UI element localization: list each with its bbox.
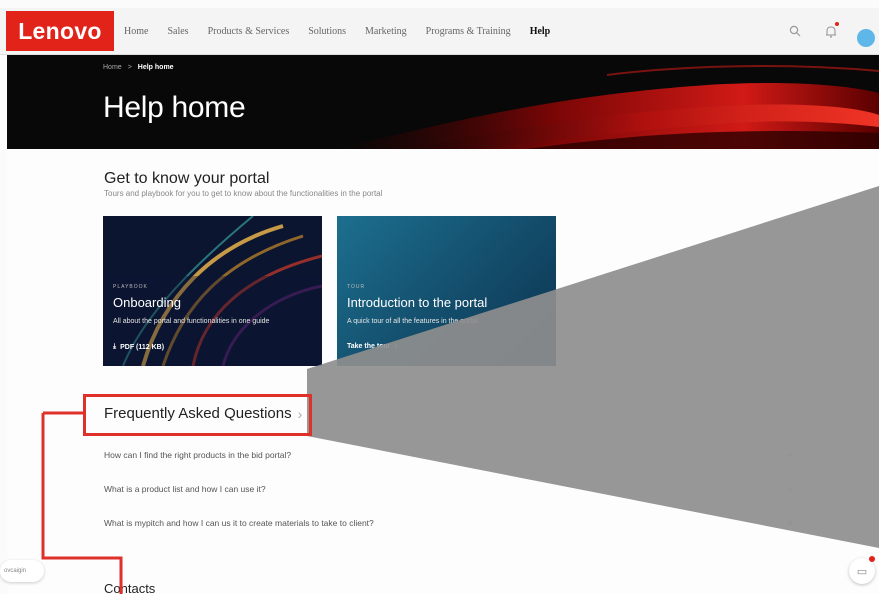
download-icon: ⤓ [113, 343, 117, 350]
nav-item-programs-training[interactable]: Programs & Training [426, 26, 511, 37]
lenovo-logo[interactable]: Lenovo [6, 11, 114, 51]
download-pdf-label: PDF (112 KB) [120, 343, 165, 351]
nav-menu: Home Sales Products & Services Solutions… [124, 8, 569, 54]
breadcrumb-separator: > [127, 64, 132, 71]
browser-viewport: Lenovo Home Sales Products & Services So… [0, 0, 879, 594]
card-description: All about the portal and functionalities… [113, 318, 270, 325]
card-title: Introduction to the portal [347, 295, 488, 310]
faq-title-text: Frequently Asked Questions [104, 405, 292, 422]
faq-item[interactable]: What is a product list and how I can use… [104, 479, 794, 499]
hero-banner: Home > Help home Help home [7, 55, 879, 149]
chat-pill-label: ovcaigin [4, 568, 27, 574]
faq-item[interactable]: How can I find the right products in the… [104, 445, 794, 465]
card-title: Onboarding [113, 295, 181, 310]
onboarding-card[interactable]: PLAYBOOK Onboarding All about the portal… [103, 216, 322, 366]
intro-tour-card[interactable]: TOUR Introduction to the portal A quick … [337, 216, 556, 366]
breadcrumb-current: Help home [137, 64, 174, 71]
nav-item-marketing[interactable]: Marketing [365, 26, 407, 37]
avatar[interactable] [857, 29, 875, 47]
faq-question: What is mypitch and how I can us it to c… [104, 518, 374, 528]
nav-item-help[interactable]: Help [530, 26, 551, 37]
nav-item-home[interactable]: Home [124, 26, 148, 37]
nav-item-sales[interactable]: Sales [167, 26, 188, 37]
chevron-right-icon: › [394, 343, 397, 350]
breadcrumb-home[interactable]: Home [103, 64, 122, 71]
faq-question: How can I find the right products in the… [104, 450, 292, 460]
plus-icon[interactable]: + [787, 482, 794, 496]
main-content: Get to know your portal Tours and playbo… [7, 149, 879, 594]
faq-question: What is a product list and how I can use… [104, 484, 266, 494]
nav-item-products-services[interactable]: Products & Services [208, 26, 290, 37]
search-icon[interactable] [786, 22, 804, 40]
chevron-right-icon: › [297, 405, 303, 422]
download-pdf-link[interactable]: ⤓ PDF (112 KB) [113, 343, 164, 351]
chat-icon: ▭ [856, 565, 868, 578]
take-tour-label: Take the tour [347, 343, 391, 350]
take-tour-link[interactable]: Take the tour › [347, 343, 397, 350]
plus-icon[interactable]: + [787, 448, 794, 462]
portal-section-title: Get to know your portal [104, 170, 270, 187]
notification-dot [835, 22, 839, 26]
card-description: A quick tour of all the features in the … [347, 318, 478, 325]
card-kicker: PLAYBOOK [113, 284, 148, 290]
top-nav: Lenovo Home Sales Products & Services So… [0, 8, 879, 55]
breadcrumb: Home > Help home [103, 64, 174, 71]
faq-item[interactable]: What is mypitch and how I can us it to c… [104, 513, 794, 533]
nav-item-solutions[interactable]: Solutions [308, 26, 346, 37]
chat-notification-dot [869, 556, 875, 562]
faq-section-title[interactable]: Frequently Asked Questions › [104, 405, 302, 422]
card-kicker: TOUR [347, 284, 366, 290]
contacts-section-title: Contacts [104, 581, 156, 594]
portal-section-subtitle: Tours and playbook for you to get to kno… [104, 189, 383, 198]
page-title: Help home [103, 91, 246, 124]
chat-pill[interactable]: ovcaigin [0, 560, 44, 582]
chat-button[interactable]: ▭ [849, 556, 875, 584]
bell-icon[interactable] [822, 22, 840, 40]
plus-icon[interactable]: + [787, 516, 794, 530]
